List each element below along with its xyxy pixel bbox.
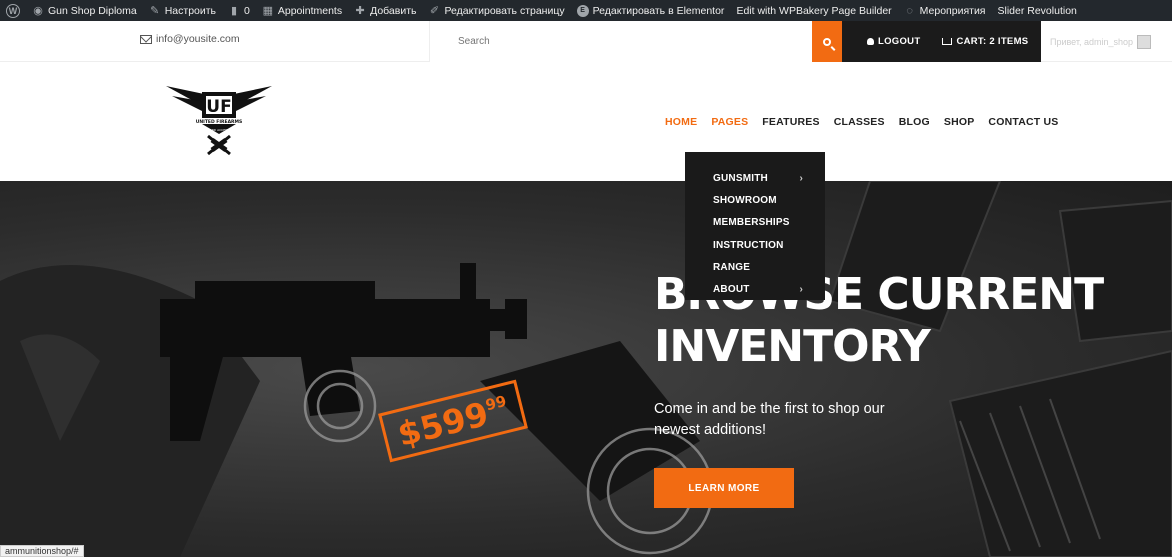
add-new-link[interactable]: ✚ Добавить — [348, 0, 422, 21]
elementor-link[interactable]: E Редактировать в Elementor — [571, 0, 731, 21]
user-icon — [867, 38, 874, 45]
user-greeting-text: Привет, admin_shop — [1050, 37, 1134, 47]
avatar — [1137, 35, 1152, 49]
contact-email[interactable]: info@yousite.com — [140, 33, 240, 45]
top-bar: info@yousite.com LOGOUT CART: 2 ITEMS Пр… — [0, 21, 1172, 62]
site-logo[interactable]: UF UNITED FIREARMS GUNS AND ACCESSORIES — [166, 80, 272, 165]
events-label: Мероприятия — [919, 4, 986, 17]
plus-icon: ✚ — [355, 5, 365, 17]
dropdown-label: RANGE — [713, 261, 751, 273]
search-container — [429, 21, 812, 62]
learn-more-button[interactable]: LEARN MORE — [654, 468, 794, 508]
nav-blog[interactable]: BLOG — [899, 116, 930, 128]
hero-subtitle: Come in and be the first to shop our new… — [654, 401, 885, 438]
logout-label: LOGOUT — [878, 36, 921, 47]
logo-emblem-icon: UF UNITED FIREARMS GUNS AND ACCESSORIES — [166, 86, 272, 156]
dropdown-item-showroom[interactable]: SHOWROOM — [685, 189, 825, 211]
hero-title-line2: INVENTORY — [654, 321, 931, 372]
svg-text:UNITED FIREARMS: UNITED FIREARMS — [196, 119, 243, 125]
slider-revolution-link[interactable]: Slider Revolution — [992, 0, 1083, 21]
appointments-link[interactable]: ▦ Appointments — [256, 0, 348, 21]
dropdown-item-instruction[interactable]: INSTRUCTION — [685, 234, 825, 256]
site-name-label: Gun Shop Diploma — [48, 4, 137, 17]
wordpress-icon: W — [6, 3, 20, 18]
nav-classes[interactable]: CLASSES — [834, 116, 885, 128]
customize-label: Настроить — [164, 4, 217, 17]
nav-features[interactable]: FEATURES — [762, 116, 819, 128]
dropdown-label: INSTRUCTION — [713, 239, 784, 251]
user-greeting[interactable]: Привет, admin_shop — [1050, 35, 1152, 49]
appointments-label: Appointments — [277, 4, 343, 17]
price-cents: 99 — [483, 391, 509, 415]
chevron-right-icon: › — [799, 172, 803, 184]
dropdown-item-range[interactable]: RANGE — [685, 256, 825, 278]
comments-count: 0 — [244, 4, 250, 17]
dropdown-label: MEMBERSHIPS — [713, 217, 790, 229]
dropdown-label: SHOWROOM — [713, 194, 777, 206]
search-input[interactable] — [430, 21, 812, 62]
search-icon — [823, 37, 831, 46]
site-name-link[interactable]: ◉ Gun Shop Diploma — [26, 0, 143, 21]
dropdown-item-gunsmith[interactable]: GUNSMITH › — [685, 167, 825, 189]
chevron-right-icon: › — [799, 284, 803, 296]
dropdown-label: ABOUT — [713, 284, 750, 296]
hero-slider: $599 99 BROWSE CURRENT INVENTORY Come in … — [0, 181, 1172, 557]
wp-admin-bar: W ◉ Gun Shop Diploma ✎ Настроить ▮ 0 ▦ Appoi… — [0, 0, 1172, 21]
svg-text:GUNS AND ACCESSORIES: GUNS AND ACCESSORIES — [200, 128, 238, 132]
calendar-icon: ▦ — [262, 5, 274, 17]
pages-dropdown-menu: GUNSMITH › SHOWROOM MEMBERSHIPS INSTRUCTI… — [685, 152, 825, 300]
slider-revolution-label: Slider Revolution — [997, 4, 1077, 17]
comment-icon: ▮ — [231, 5, 238, 17]
elementor-label: Редактировать в Elementor — [592, 4, 725, 17]
add-new-label: Добавить — [370, 4, 417, 17]
edit-page-link[interactable]: ✐ Редактировать страницу — [423, 0, 571, 21]
events-link[interactable]: ◌ Мероприятия — [898, 0, 992, 21]
edit-page-label: Редактировать страницу — [444, 4, 565, 17]
cart-link[interactable]: CART: 2 ITEMS — [942, 36, 1028, 47]
nav-pages[interactable]: PAGES — [711, 116, 748, 128]
nav-shop[interactable]: SHOP — [944, 116, 975, 128]
dropdown-item-memberships[interactable]: MEMBERSHIPS — [685, 212, 825, 234]
account-bar: LOGOUT CART: 2 ITEMS — [842, 21, 1041, 62]
cart-label: CART: 2 ITEMS — [956, 36, 1029, 47]
status-bar-url: ammunitionshop/# — [0, 545, 84, 557]
site-header: UF UNITED FIREARMS GUNS AND ACCESSORIES … — [0, 62, 1172, 181]
customize-link[interactable]: ✎ Настроить — [143, 0, 222, 21]
search-button[interactable] — [812, 21, 842, 62]
dashboard-icon: ◉ — [33, 5, 43, 17]
pencil-icon: ✐ — [429, 5, 440, 17]
elementor-icon: E — [576, 4, 589, 17]
wordpress-menu[interactable]: W — [0, 0, 26, 21]
brush-icon: ✎ — [150, 5, 160, 17]
nav-home[interactable]: HOME — [665, 116, 697, 128]
main-nav: HOME PAGES FEATURES CLASSES BLOG SHOP CO… — [665, 116, 1058, 128]
dropdown-label: GUNSMITH — [713, 172, 768, 184]
logout-link[interactable]: LOGOUT — [867, 36, 920, 47]
cart-icon — [942, 38, 953, 45]
events-icon: ◌ — [906, 4, 913, 17]
svg-text:UF: UF — [206, 97, 231, 117]
wpbakery-label: Edit with WPBakery Page Builder — [736, 4, 892, 17]
dropdown-item-about[interactable]: ABOUT › — [685, 278, 825, 300]
mail-icon — [140, 34, 152, 44]
wpbakery-link[interactable]: Edit with WPBakery Page Builder — [730, 0, 897, 21]
nav-contact-us[interactable]: CONTACT US — [988, 116, 1058, 128]
comments-link[interactable]: ▮ 0 — [222, 0, 256, 21]
email-text: info@yousite.com — [156, 33, 240, 45]
